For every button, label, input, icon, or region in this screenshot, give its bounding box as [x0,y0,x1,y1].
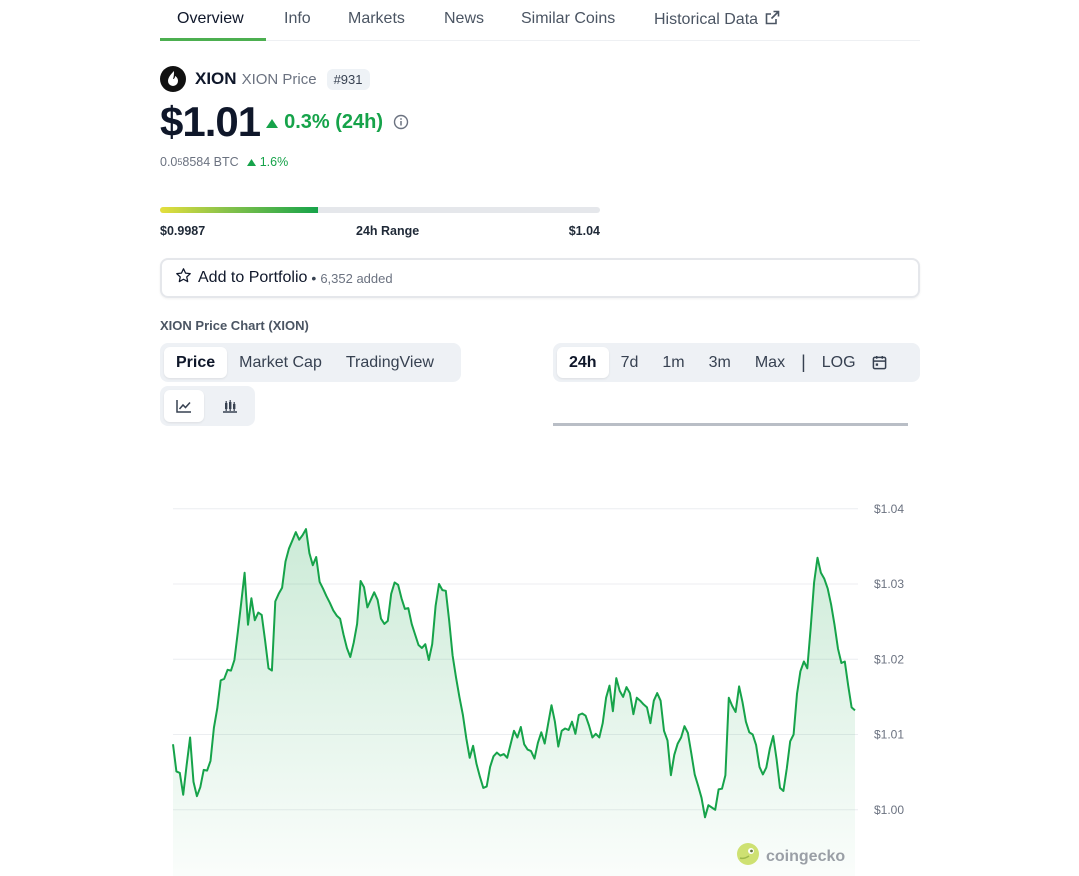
tab-overview[interactable]: Overview [177,10,244,28]
info-icon[interactable] [393,114,409,130]
coin-header: XION XION Price #931 [160,65,370,93]
btc-price-prefix: 0.0 [160,155,178,169]
y-tick-label: $1.03 [874,577,904,591]
active-tab-underline [160,38,266,41]
range-separator: | [801,352,806,372]
caret-up-icon [246,155,256,169]
watermark-text: coingecko [766,847,846,865]
tab-historical-data[interactable]: Historical Data [654,10,780,31]
tab-similar-coins[interactable]: Similar Coins [521,10,615,28]
chart-data-tabs: Price Market Cap TradingView [160,343,461,382]
tab-news[interactable]: News [444,10,484,28]
portfolio-count: 6,352 added [320,270,393,286]
range-7d[interactable]: 7d [609,347,651,378]
portfolio-label: Add to Portfolio [198,269,308,286]
range-3m[interactable]: 3m [697,347,743,378]
y-tick-label: $1.02 [874,652,904,666]
range-1m[interactable]: 1m [650,347,696,378]
tab-historical-data-label: Historical Data [654,11,759,28]
coin-subtitle: XION Price [241,70,317,88]
range-24h[interactable]: 24h [557,347,609,378]
portfolio-separator: • [311,270,317,286]
range-label: 24h Range [356,224,420,238]
y-tick-label: $1.00 [874,803,904,817]
y-tick-label: $1.04 [874,502,904,516]
star-icon [175,267,192,289]
range-low: $0.9987 [160,224,206,238]
range-max[interactable]: Max [743,347,797,378]
tab-tradingview[interactable]: TradingView [334,347,446,378]
btc-change: 1.6% [246,155,289,169]
rank-badge: #931 [326,68,370,90]
xion-logo-icon [160,66,186,92]
price-change-24h: 0.3% (24h) [266,111,383,134]
chart-range-tabs: 24h 7d 1m 3m Max | LOG [553,343,920,382]
tab-price[interactable]: Price [164,347,228,378]
coingecko-watermark: coingecko [736,842,845,871]
chart-title: XION Price Chart (XION) [160,318,309,333]
caret-up-icon [266,111,279,134]
price-area-fill [173,529,855,876]
top-nav-tabs: Overview Info Markets News Similar Coins… [160,0,920,41]
tab-market-cap[interactable]: Market Cap [227,347,334,378]
gecko-logo-icon [736,842,760,871]
line-chart-icon[interactable] [164,390,204,422]
range-high: $1.04 [568,224,600,238]
btc-change-value: 1.6% [259,155,289,169]
add-to-portfolio-button[interactable]: Add to Portfolio • 6,352 added [160,258,920,298]
tab-markets[interactable]: Markets [348,10,405,28]
price-chart: $1.04 $1.03 $1.02 $1.01 $1.00 [172,502,904,876]
tab-info[interactable]: Info [284,10,311,28]
external-link-icon [764,10,780,31]
candlestick-chart-icon[interactable] [210,390,250,422]
btc-price-rest: 8584 BTC [182,155,239,169]
price-change-value: 0.3% (24h) [284,110,384,133]
y-tick-label: $1.01 [874,728,904,742]
btc-price-row: 0.0 5 8584 BTC 1.6% [160,155,288,169]
log-scale-toggle[interactable]: LOG [810,347,868,378]
current-price: $1.01 [160,98,261,145]
price-row: $1.01 0.3% (24h) [160,98,409,146]
range-bar [160,207,600,213]
coin-symbol: XION [195,69,237,88]
calendar-icon[interactable] [868,347,891,378]
chart-style-toggle [160,386,255,426]
chart-scrollbar[interactable] [553,423,908,426]
range-fill [160,207,319,213]
